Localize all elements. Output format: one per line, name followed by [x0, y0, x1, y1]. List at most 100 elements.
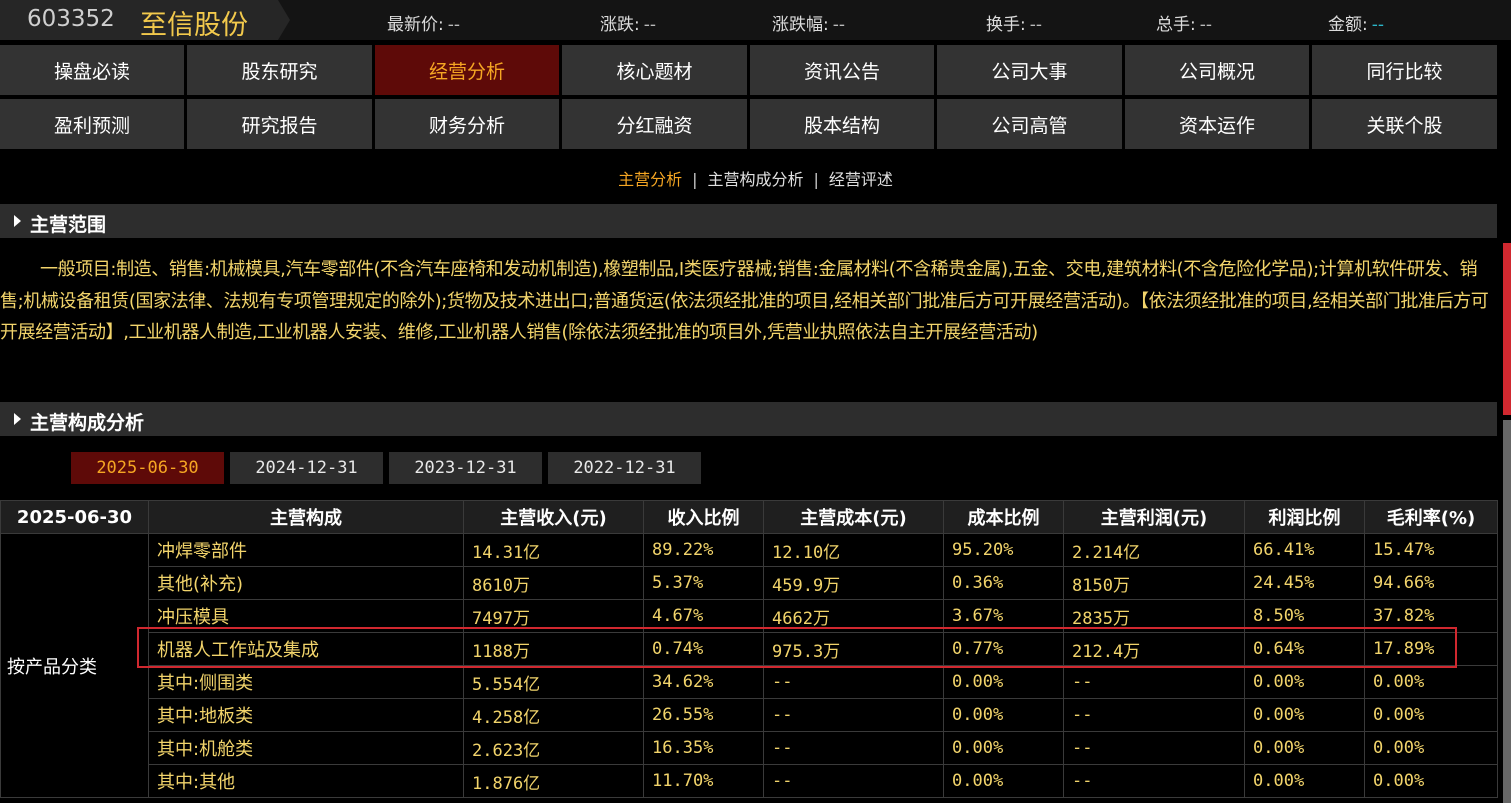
value-cell: 0.36% [943, 566, 1064, 600]
date-tab-2022-12-31[interactable]: 2022-12-31 [548, 452, 701, 484]
nav-finance[interactable]: 财务分析 [375, 99, 559, 149]
col-header-revenue-ratio: 收入比例 [643, 500, 764, 534]
subnav-separator: | [692, 170, 698, 189]
value-cell: 0.74% [643, 632, 764, 666]
value-cell: 95.20% [943, 533, 1064, 567]
table-row: 其中:地板类 4.258亿 26.55% -- 0.00% -- 0.00% 0.00% [1, 698, 1498, 732]
date-tab-2023-12-31[interactable]: 2023-12-31 [389, 452, 542, 484]
quote-header: 603352 至信股份 最新价: -- 涨跌: -- 涨跌幅: -- 换手: -- 总手… [0, 0, 1511, 40]
nav-profile[interactable]: 公司概况 [1125, 45, 1309, 95]
stock-code: 603352 [27, 6, 115, 32]
nav-caopan[interactable]: 操盘必读 [0, 45, 184, 95]
table-header-row: 2025-06-30 主营构成 主营收入(元) 收入比例 主营成本(元) 成本比… [0, 500, 1498, 534]
stock-tab[interactable]: 603352 至信股份 [0, 0, 290, 40]
subnav-composition[interactable]: 主营构成分析 [707, 170, 803, 189]
col-header-profit-ratio: 利润比例 [1244, 500, 1365, 534]
nav-forecast[interactable]: 盈利预测 [0, 99, 184, 149]
value-cell: -- [1063, 698, 1245, 732]
section-title: 主营范围 [30, 214, 107, 236]
quote-volume: 总手: -- [1156, 15, 1213, 35]
value-cell: 459.9万 [763, 566, 944, 600]
value-cell: 26.55% [643, 698, 764, 732]
value-cell: 0.00% [1364, 665, 1498, 699]
value-cell: 1.876亿 [463, 764, 644, 798]
value-cell: 2.623亿 [463, 731, 644, 765]
subnav-main-analysis[interactable]: 主营分析 [618, 170, 682, 189]
item-name-cell: 其中:其他 [148, 764, 464, 798]
category-cell: 按产品分类 [0, 533, 149, 798]
nav-related-stocks[interactable]: 关联个股 [1312, 99, 1497, 149]
value-cell: 0.00% [943, 731, 1064, 765]
nav-executives[interactable]: 公司高管 [937, 99, 1122, 149]
nav-capital-structure[interactable]: 股本结构 [750, 99, 934, 149]
section-header-composition[interactable]: 主营构成分析 [0, 402, 1497, 436]
date-tab-2025-06-30[interactable]: 2025-06-30 [71, 452, 224, 484]
value-cell: 0.00% [1244, 665, 1365, 699]
value-cell: -- [763, 698, 944, 732]
col-header-composition: 主营构成 [148, 500, 464, 534]
value-cell: 4662万 [763, 599, 944, 633]
composition-table: 2025-06-30 主营构成 主营收入(元) 收入比例 主营成本(元) 成本比… [0, 500, 1498, 798]
quote-change: 涨跌: -- [600, 15, 657, 35]
value-cell: 5.554亿 [463, 665, 644, 699]
item-name-cell: 其中:机舱类 [148, 731, 464, 765]
value-cell: 0.00% [1244, 764, 1365, 798]
value-cell: 975.3万 [763, 632, 944, 666]
date-tab-2024-12-31[interactable]: 2024-12-31 [230, 452, 383, 484]
value-cell: 12.10亿 [763, 533, 944, 567]
table-row: 其他(补充) 8610万 5.37% 459.9万 0.36% 8150万 24.45% 94… [1, 566, 1498, 600]
nav-shareholder[interactable]: 股东研究 [187, 45, 372, 95]
scrollbar-indicator[interactable] [1503, 243, 1511, 415]
value-cell: 16.35% [643, 731, 764, 765]
value-cell: 0.00% [1364, 698, 1498, 732]
item-name-cell: 其中:侧围类 [148, 665, 464, 699]
nav-peer-compare[interactable]: 同行比较 [1312, 45, 1497, 95]
value-cell: 4.67% [643, 599, 764, 633]
value-cell: 0.00% [943, 698, 1064, 732]
col-header-revenue: 主营收入(元) [463, 500, 644, 534]
value-cell: 0.00% [943, 764, 1064, 798]
nav-news[interactable]: 资讯公告 [750, 45, 934, 95]
value-cell: 0.64% [1244, 632, 1365, 666]
section-header-scope[interactable]: 主营范围 [0, 204, 1497, 238]
value-cell: 24.45% [1244, 566, 1365, 600]
value-cell: 34.62% [643, 665, 764, 699]
value-cell: 15.47% [1364, 533, 1498, 567]
quote-change-pct: 涨跌幅: -- [772, 15, 846, 35]
value-cell: 17.89% [1364, 632, 1498, 666]
value-cell: 94.66% [1364, 566, 1498, 600]
col-header-gross-margin: 毛利率(%) [1364, 500, 1498, 534]
col-header-cost-ratio: 成本比例 [943, 500, 1064, 534]
value-cell: 0.00% [1364, 731, 1498, 765]
table-row: 按产品分类 冲焊零部件 14.31亿 89.22% 12.10亿 95.20% 2.214亿… [0, 533, 1498, 798]
expand-triangle-icon [14, 215, 21, 227]
value-cell: 66.41% [1244, 533, 1365, 567]
nav-dividend[interactable]: 分红融资 [562, 99, 747, 149]
col-header-cost: 主营成本(元) [763, 500, 944, 534]
value-cell: 8150万 [1063, 566, 1245, 600]
col-header-profit: 主营利润(元) [1063, 500, 1245, 534]
subnav-review[interactable]: 经营评述 [829, 170, 893, 189]
value-cell: 0.00% [943, 665, 1064, 699]
nav-capital-ops[interactable]: 资本运作 [1125, 99, 1309, 149]
quote-amount: 金额: -- [1328, 15, 1385, 35]
value-cell: 212.4万 [1063, 632, 1245, 666]
value-cell: 8.50% [1244, 599, 1365, 633]
nav-operation-analysis[interactable]: 经营分析 [375, 45, 559, 95]
value-cell: -- [1063, 665, 1245, 699]
table-row: 机器人工作站及集成 1188万 0.74% 975.3万 0.77% 212.4万 0.64… [1, 632, 1498, 666]
value-cell: 0.00% [1244, 698, 1365, 732]
value-cell: 1188万 [463, 632, 644, 666]
nav-events[interactable]: 公司大事 [937, 45, 1122, 95]
table-row: 其中:侧围类 5.554亿 34.62% -- 0.00% -- 0.00% 0.00% [1, 665, 1498, 699]
nav-core-theme[interactable]: 核心题材 [562, 45, 747, 95]
scrollbar-thumb[interactable] [1503, 420, 1511, 803]
section-title: 主营构成分析 [30, 412, 145, 434]
value-cell: 0.00% [1244, 731, 1365, 765]
value-cell: 0.00% [1364, 764, 1498, 798]
value-cell: -- [1063, 731, 1245, 765]
sub-navigation: 主营分析 | 主营构成分析 | 经营评述 [0, 166, 1511, 190]
col-header-date: 2025-06-30 [0, 500, 149, 534]
nav-research[interactable]: 研究报告 [187, 99, 372, 149]
expand-triangle-icon [14, 413, 21, 425]
